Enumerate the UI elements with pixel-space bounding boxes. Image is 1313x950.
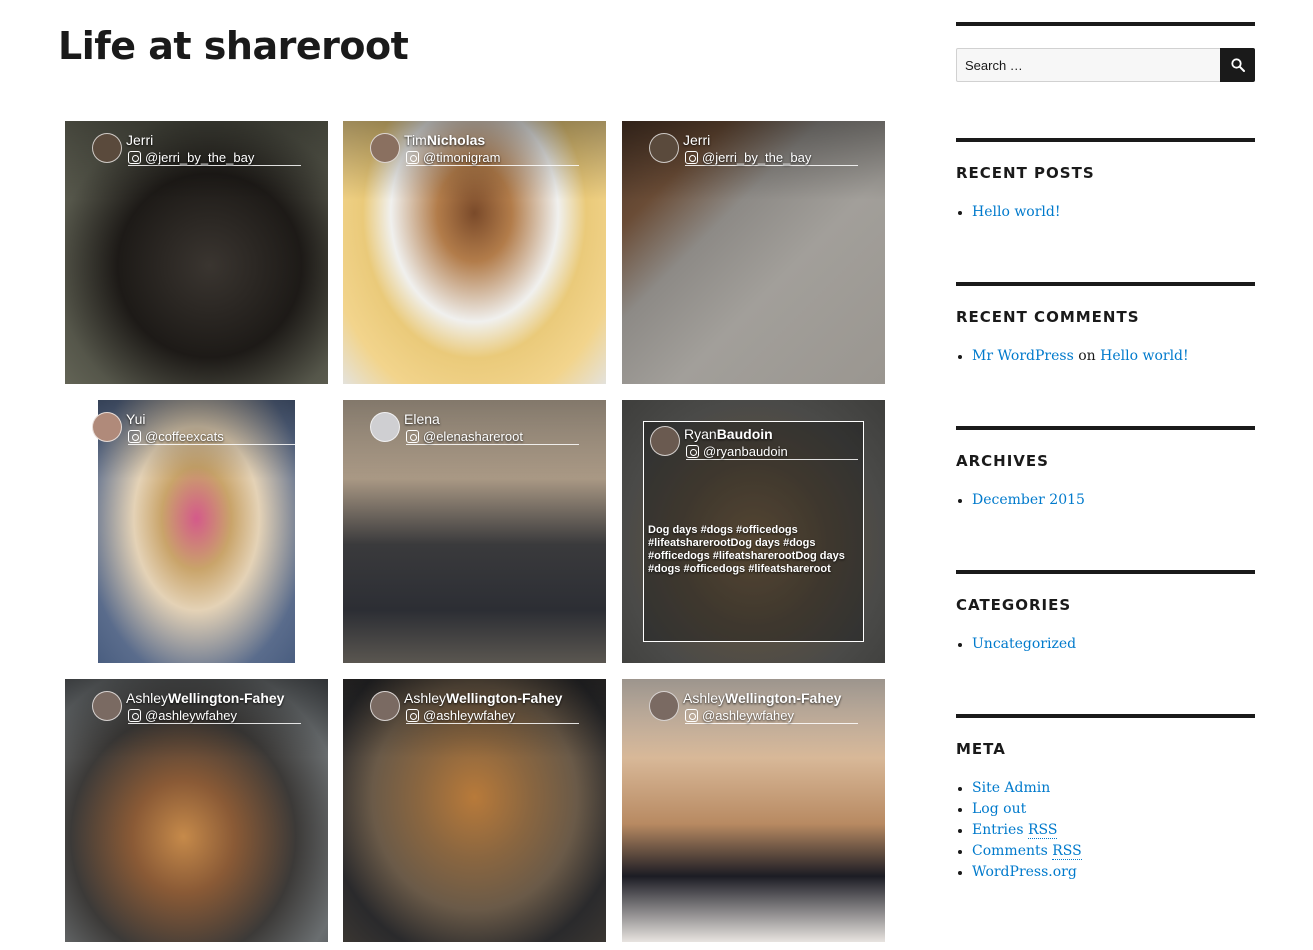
list-item: Entries RSS	[956, 820, 1255, 841]
comment-post-link[interactable]: Hello world!	[1100, 348, 1189, 364]
page-title: Life at shareroot	[58, 24, 409, 68]
log-out-link[interactable]: Log out	[972, 801, 1026, 817]
gallery-tile[interactable]: Yui @coffeexcats	[65, 400, 328, 663]
widget-title: META	[956, 740, 1006, 758]
user-name: Jerri	[683, 132, 711, 148]
avatar	[92, 412, 122, 442]
avatar	[370, 133, 400, 163]
user-handle[interactable]: @ryanbaudoin	[686, 444, 858, 460]
user-handle[interactable]: @ashleywfahey	[406, 708, 579, 724]
list-item: Hello world!	[956, 202, 1255, 223]
search-icon	[1231, 58, 1245, 72]
list-item: Log out	[956, 799, 1255, 820]
gallery-tile[interactable]: Jerri @jerri_by_the_bay	[65, 121, 328, 384]
list-item: Mr WordPress on Hello world!	[956, 346, 1255, 367]
gallery-tile[interactable]: AshleyWellington-Fahey @ashleywfahey	[65, 679, 328, 942]
gallery-tile[interactable]: TimNicholas @timonigram	[343, 121, 606, 384]
recent-comments-list: Mr WordPress on Hello world!	[956, 346, 1255, 367]
category-link[interactable]: Uncategorized	[972, 636, 1076, 652]
post-caption: Dog days #dogs #officedogs #lifeatsharer…	[648, 524, 845, 575]
user-handle[interactable]: @ashleywfahey	[685, 708, 858, 724]
avatar	[370, 691, 400, 721]
recent-posts-widget: RECENT POSTS Hello world!	[956, 138, 1255, 223]
user-name: TimNicholas	[404, 132, 486, 148]
recent-comments-widget: RECENT COMMENTS Mr WordPress on Hello wo…	[956, 282, 1255, 367]
instagram-icon	[406, 709, 419, 722]
widget-title: RECENT COMMENTS	[956, 308, 1140, 326]
gallery-tile[interactable]: Elena @elenashareroot	[343, 400, 606, 663]
archives-list: December 2015	[956, 490, 1255, 511]
categories-list: Uncategorized	[956, 634, 1255, 655]
instagram-icon	[128, 430, 141, 443]
avatar	[370, 412, 400, 442]
instagram-gallery: Jerri @jerri_by_the_bay TimNicholas @tim…	[65, 121, 886, 943]
entries-rss-link[interactable]: Entries RSS	[972, 822, 1058, 839]
instagram-icon	[685, 151, 698, 164]
meta-list: Site Admin Log out Entries RSS Comments …	[956, 778, 1255, 883]
wordpress-org-link[interactable]: WordPress.org	[972, 864, 1077, 880]
instagram-icon	[128, 709, 141, 722]
user-handle[interactable]: @ashleywfahey	[128, 708, 301, 724]
search-button[interactable]	[1220, 48, 1255, 82]
user-name: AshleyWellington-Fahey	[404, 690, 563, 706]
search-widget	[956, 22, 1255, 82]
instagram-icon	[406, 430, 419, 443]
post-link[interactable]: Hello world!	[972, 204, 1061, 220]
on-text: on	[1078, 348, 1096, 364]
post-hover-overlay[interactable]: RyanBaudoin @ryanbaudoin Dog days #dogs …	[643, 421, 864, 642]
gallery-tile[interactable]: AshleyWellington-Fahey @ashleywfahey	[622, 679, 885, 942]
user-handle[interactable]: @jerri_by_the_bay	[685, 150, 858, 166]
gallery-tile-hovered[interactable]: RyanBaudoin @ryanbaudoin Dog days #dogs …	[622, 400, 885, 663]
instagram-icon	[406, 151, 419, 164]
list-item: Comments RSS	[956, 841, 1255, 862]
recent-posts-list: Hello world!	[956, 202, 1255, 223]
widget-title: CATEGORIES	[956, 596, 1072, 614]
widget-title: RECENT POSTS	[956, 164, 1095, 182]
list-item: Uncategorized	[956, 634, 1255, 655]
avatar	[92, 133, 122, 163]
meta-widget: META Site Admin Log out Entries RSS Comm…	[956, 714, 1255, 883]
list-item: WordPress.org	[956, 862, 1255, 883]
user-name: RyanBaudoin	[684, 426, 773, 442]
instagram-icon	[685, 709, 698, 722]
user-handle[interactable]: @elenashareroot	[406, 429, 579, 445]
avatar	[649, 133, 679, 163]
list-item: Site Admin	[956, 778, 1255, 799]
instagram-icon	[686, 445, 699, 458]
comment-author-link[interactable]: Mr WordPress	[972, 348, 1074, 364]
categories-widget: CATEGORIES Uncategorized	[956, 570, 1255, 655]
comments-rss-link[interactable]: Comments RSS	[972, 843, 1082, 860]
archive-link[interactable]: December 2015	[972, 492, 1085, 508]
avatar	[649, 691, 679, 721]
user-handle[interactable]: @jerri_by_the_bay	[128, 150, 301, 166]
user-name: Yui	[126, 411, 146, 427]
search-form	[956, 48, 1255, 82]
avatar	[92, 691, 122, 721]
instagram-icon	[128, 151, 141, 164]
widget-title: ARCHIVES	[956, 452, 1049, 470]
user-name: Elena	[404, 411, 440, 427]
avatar	[650, 426, 680, 456]
user-handle[interactable]: @timonigram	[406, 150, 579, 166]
archives-widget: ARCHIVES December 2015	[956, 426, 1255, 511]
user-name: AshleyWellington-Fahey	[683, 690, 842, 706]
list-item: December 2015	[956, 490, 1255, 511]
gallery-tile[interactable]: Jerri @jerri_by_the_bay	[622, 121, 885, 384]
user-name: Jerri	[126, 132, 154, 148]
gallery-tile[interactable]: AshleyWellington-Fahey @ashleywfahey	[343, 679, 606, 942]
user-handle[interactable]: @coffeexcats	[128, 429, 301, 445]
site-admin-link[interactable]: Site Admin	[972, 780, 1050, 796]
user-name: AshleyWellington-Fahey	[126, 690, 285, 706]
search-input[interactable]	[956, 48, 1221, 82]
